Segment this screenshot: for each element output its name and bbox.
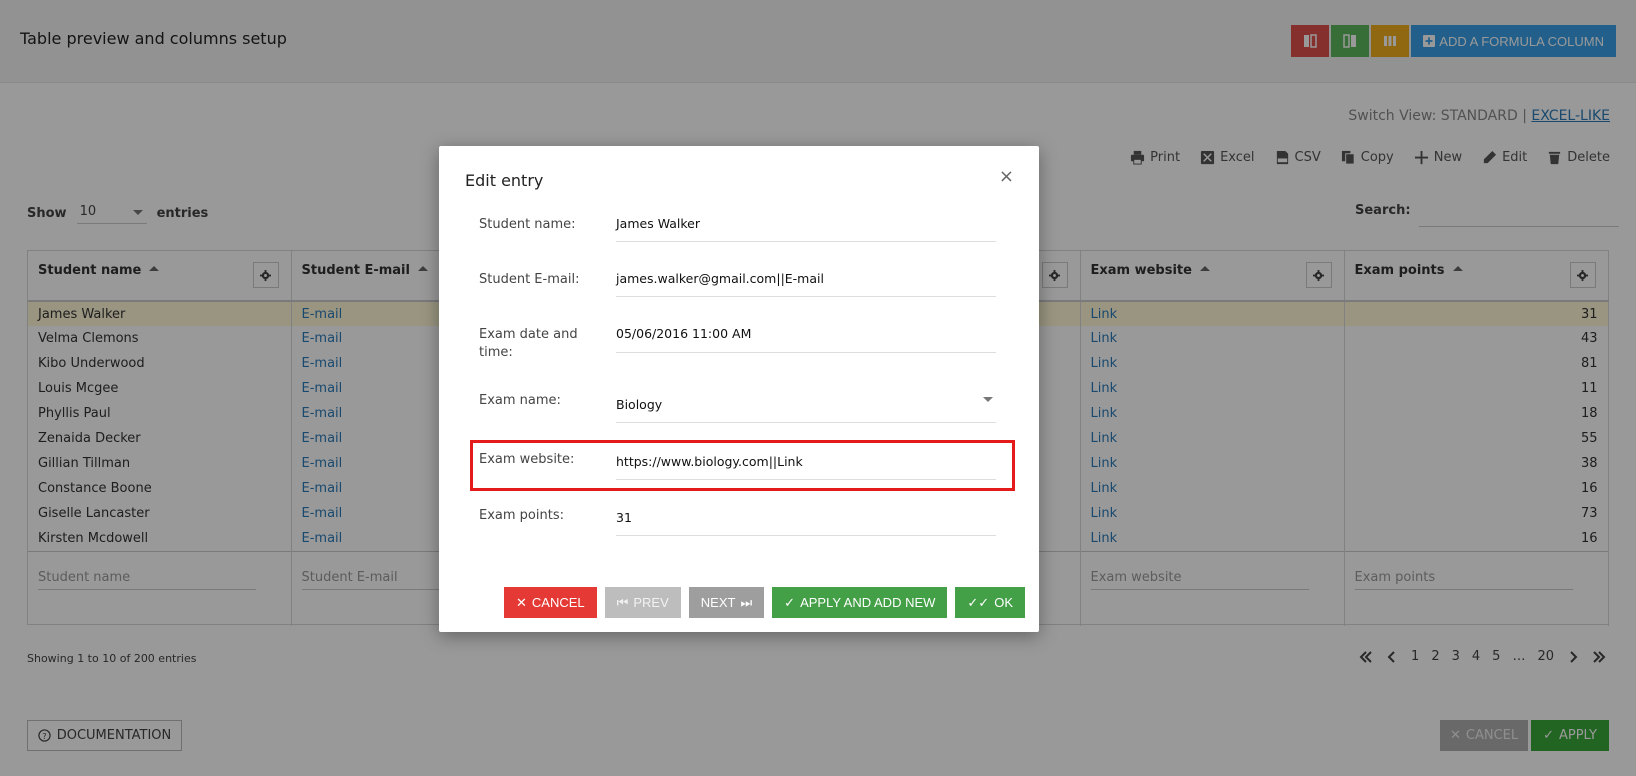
field-label: Student E-mail: — [479, 272, 580, 287]
highlight-box — [470, 440, 1015, 491]
field-exam-name: Exam name: Biology — [479, 392, 999, 423]
double-check-icon: ✓✓ — [967, 594, 990, 610]
apply-and-add-new-label: APPLY AND ADD NEW — [800, 595, 936, 610]
dialog-cancel-button[interactable]: ✕ CANCEL — [504, 587, 597, 618]
skip-back-icon: ⏮ — [616, 594, 629, 610]
student-email-input[interactable]: james.walker@gmail.com||E-mail — [616, 271, 996, 297]
dialog-close-icon[interactable]: × — [999, 166, 1014, 187]
exam-points-input[interactable]: 31 — [616, 507, 996, 536]
field-student-name: Student name: James Walker — [479, 216, 999, 242]
field-label: Student name: — [479, 217, 576, 232]
field-label: Exam points: — [479, 508, 564, 523]
check-icon: ✓ — [784, 594, 796, 610]
dialog-cancel-label: CANCEL — [531, 595, 585, 610]
ok-button[interactable]: ✓✓ OK — [955, 587, 1025, 618]
exam-date-input[interactable]: 05/06/2016 11:00 AM — [616, 326, 996, 353]
next-label: NEXT — [700, 595, 736, 610]
next-button[interactable]: NEXT ⏭ — [688, 587, 765, 618]
student-name-input[interactable]: James Walker — [616, 216, 996, 242]
field-exam-date: Exam date and time: 05/06/2016 11:00 AM — [479, 326, 999, 362]
dialog-title: Edit entry — [465, 171, 544, 190]
field-student-email: Student E-mail: james.walker@gmail.com||… — [479, 271, 999, 297]
field-exam-points: Exam points: 31 — [479, 507, 999, 536]
dialog-actions: ✕ CANCEL ⏮ PREV NEXT ⏭ ✓ APPLY AND ADD NEW ✓… — [504, 587, 1025, 618]
exam-name-select[interactable]: Biology — [616, 392, 996, 423]
prev-button[interactable]: ⏮ PREV — [604, 587, 681, 618]
close-icon: ✕ — [516, 594, 527, 610]
field-label: Exam name: — [479, 393, 561, 408]
prev-label: PREV — [633, 595, 669, 610]
apply-and-add-new-button[interactable]: ✓ APPLY AND ADD NEW — [772, 587, 948, 618]
edit-entry-dialog: Edit entry × Student name: James Walker … — [439, 146, 1039, 632]
ok-label: OK — [994, 595, 1013, 610]
skip-forward-icon: ⏭ — [740, 594, 753, 610]
field-label: Exam date and time: — [479, 327, 578, 360]
